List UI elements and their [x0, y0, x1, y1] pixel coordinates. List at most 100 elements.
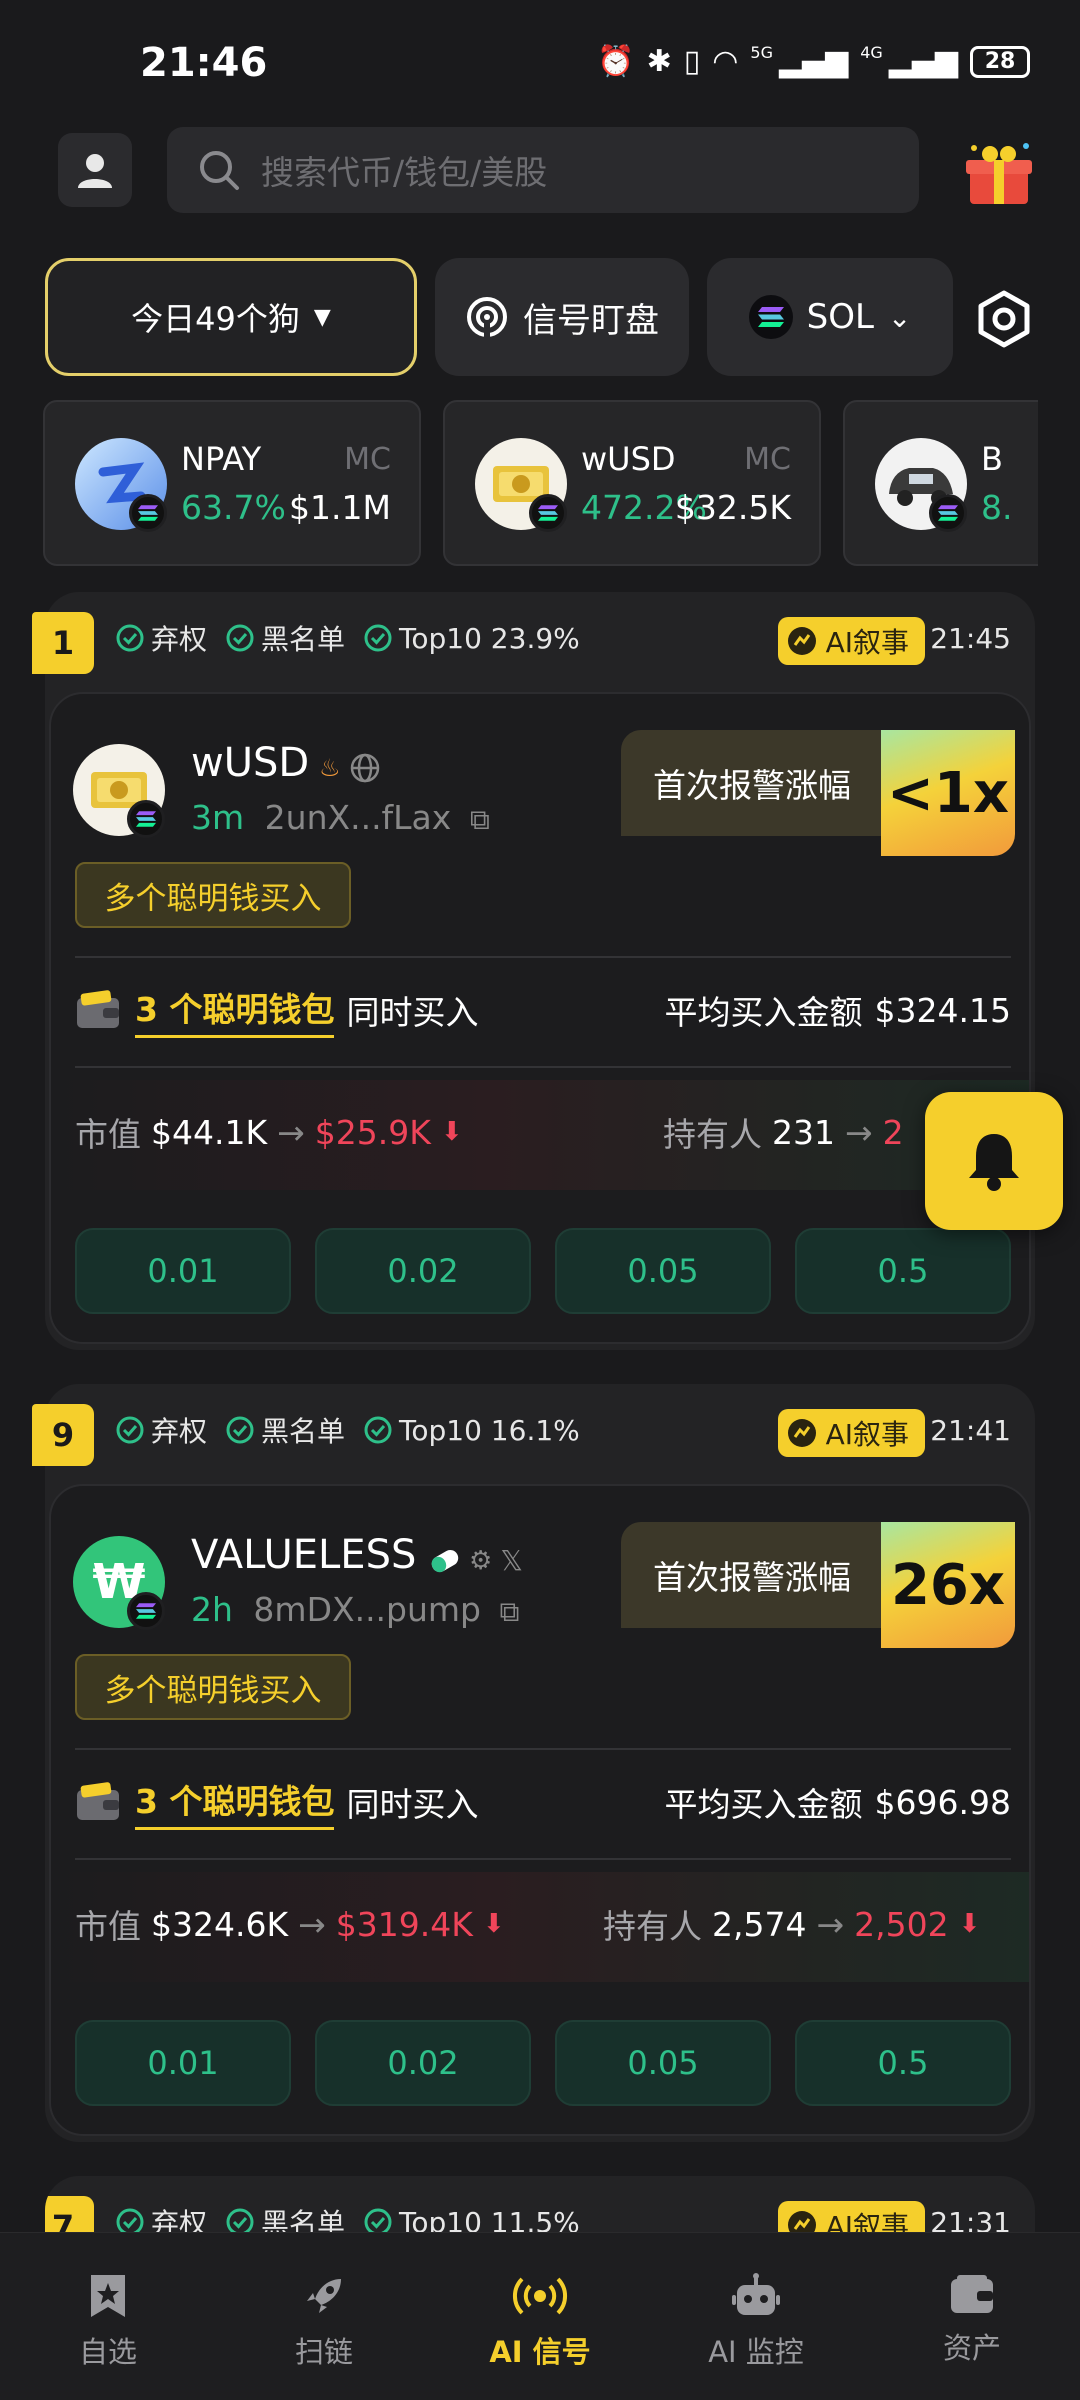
search-input[interactable]: 搜索代币/钱包/美股: [167, 127, 919, 213]
token-name: wUSD: [191, 740, 310, 786]
pill-icon: [431, 1549, 459, 1572]
check-renounced: 弃权: [115, 1410, 207, 1450]
quick-buy-button[interactable]: 0.05: [555, 2020, 771, 2106]
first-alert-multiplier: <1x: [881, 730, 1015, 856]
quick-buy-button[interactable]: 0.5: [795, 1228, 1011, 1314]
nav-assets[interactable]: 资产: [864, 2233, 1080, 2400]
bell-icon: [969, 1134, 1019, 1191]
daily-dogs-dropdown[interactable]: 今日49个狗 ▼: [45, 258, 417, 376]
check-renounced: 弃权: [115, 618, 207, 658]
quick-buy-button[interactable]: 0.01: [75, 1228, 291, 1314]
signal-icon: ▂▄▆: [778, 44, 849, 79]
token-market-cap: $1.1M: [289, 488, 391, 527]
avg-buy-label: 平均买入金额: [664, 993, 863, 1032]
chain-label: SOL: [806, 297, 874, 337]
fire-icon: ♨: [319, 754, 341, 782]
gift-icon[interactable]: [962, 140, 1036, 206]
search-icon: [200, 151, 239, 190]
wallet-icon: [77, 1782, 119, 1820]
quick-buy-button[interactable]: 0.02: [315, 1228, 531, 1314]
check-circle-icon: [226, 624, 254, 652]
nav-watchlist[interactable]: 自选: [0, 2233, 216, 2400]
ai-narrative-icon: [787, 2211, 816, 2232]
alarm-icon: ⏰: [597, 44, 635, 79]
token-name: B: [981, 440, 1003, 478]
token-market-cap: $32.5K: [674, 488, 791, 527]
smart-wallet-count[interactable]: 3 个聪明钱包: [135, 983, 335, 1038]
vibrate-icon: ▯: [683, 44, 701, 79]
check-renounced: 弃权: [115, 2202, 207, 2232]
smart-money-tag: 多个聪明钱买入: [75, 862, 351, 928]
quick-buy-button[interactable]: 0.05: [555, 1228, 771, 1314]
check-blacklist: 黑名单: [225, 618, 345, 658]
signal-card[interactable]: 9 弃权 黑名单 Top10 16.1% AI叙事 21:41 ₩ VALUEL…: [32, 1384, 1035, 2142]
trending-token-strip[interactable]: NPAY MC 63.7% $1.1M wUSD MC 472.2% $32.5…: [43, 400, 1038, 568]
x-twitter-icon[interactable]: 𝕏: [500, 1544, 523, 1577]
smart-money-tag: 多个聪明钱买入: [75, 1654, 351, 1720]
nav-ai-signal[interactable]: AI 信号: [432, 2233, 648, 2400]
wallet-nav-icon: [951, 2275, 993, 2313]
down-arrow-icon: ⬇: [440, 1117, 463, 1147]
ai-narrative-tag[interactable]: AI叙事: [777, 2201, 925, 2232]
check-top10: Top10 23.9%: [363, 622, 580, 655]
broadcast-signal-icon: [512, 2277, 568, 2315]
broadcast-icon: [467, 297, 507, 337]
quick-buy-row: 0.01 0.02 0.05 0.5: [75, 1228, 1011, 1314]
token-meta: 2h 8mDX...pump ⧉: [191, 1590, 520, 1629]
mc-label: MC: [344, 442, 391, 477]
token-card-wusd[interactable]: wUSD MC 472.2% $32.5K: [443, 400, 821, 566]
down-arrow-icon: ⬇: [482, 1909, 505, 1939]
token-change: 8.: [981, 488, 1013, 527]
signal-time: 21:45: [930, 622, 1011, 655]
quick-buy-button[interactable]: 0.5: [795, 2020, 1011, 2106]
token-address: 8mDX...pump: [253, 1590, 482, 1629]
token-link-icons: ⚙ 𝕏: [429, 1544, 523, 1577]
solana-badge-icon: [529, 494, 567, 532]
token-card-partial[interactable]: B 8.: [843, 400, 1038, 566]
arrow-right-icon: →: [845, 1112, 873, 1152]
signal-watch-button[interactable]: 信号盯盘: [435, 258, 689, 376]
holders-metric: 持有人 231 → 2: [663, 1112, 904, 1155]
chain-selector[interactable]: SOL ⌄: [707, 258, 953, 376]
globe-icon[interactable]: [349, 752, 381, 784]
signal-icon-2: ▂▄▆: [888, 44, 958, 79]
network-4g-label: 4G: [860, 43, 883, 62]
ai-narrative-tag[interactable]: AI叙事: [777, 617, 925, 665]
smart-wallet-count[interactable]: 3 个聪明钱包: [135, 1775, 335, 1830]
daily-dogs-label: 今日49个狗: [131, 300, 300, 338]
copy-icon[interactable]: ⧉: [500, 1595, 520, 1628]
holders-metric: 持有人 2,574 → 2,502 ⬇: [603, 1904, 981, 1947]
check-circle-icon: [364, 624, 392, 652]
ai-narrative-tag[interactable]: AI叙事: [777, 1409, 925, 1457]
arrow-right-icon: →: [298, 1904, 326, 1944]
solana-badge-icon: [929, 494, 967, 532]
solana-badge-icon: [127, 1592, 165, 1630]
market-cap-metric: 市值 $324.6K → $319.4K ⬇: [75, 1904, 505, 1947]
signal-card[interactable]: 7 弃权 黑名单 Top10 11.5% AI叙事 21:31: [45, 2176, 1035, 2232]
token-age: 3m: [191, 798, 245, 837]
token-link-icons: ♨: [319, 752, 381, 784]
nav-scan[interactable]: 扫链: [216, 2233, 432, 2400]
quick-buy-button[interactable]: 0.01: [75, 2020, 291, 2106]
down-arrow-icon: ⬇: [958, 1909, 981, 1939]
profile-button[interactable]: [58, 133, 132, 207]
alert-bell-button[interactable]: [925, 1092, 1063, 1230]
token-card-npay[interactable]: NPAY MC 63.7% $1.1M: [43, 400, 421, 566]
signal-time: 21:41: [930, 1414, 1011, 1447]
user-icon: [78, 154, 112, 188]
bluetooth-icon: ✱: [646, 44, 672, 79]
copy-icon[interactable]: ⧉: [470, 803, 490, 836]
chevron-down-icon: ⌄: [887, 300, 912, 334]
rank-badge: 1: [32, 612, 94, 674]
signal-card-body: ₩ VALUELESS ⚙ 𝕏 2h 8mDX...pump ⧉ 多个聪明钱买入…: [49, 1484, 1031, 2136]
quick-buy-button[interactable]: 0.02: [315, 2020, 531, 2106]
network-5g-label: 5G: [750, 43, 773, 62]
token-name: VALUELESS: [191, 1532, 417, 1578]
nav-ai-monitor[interactable]: AI 监控: [648, 2233, 864, 2400]
smart-wallet-row: 3 个聪明钱包 同时买入 平均买入金额 $696.98: [75, 1772, 1011, 1832]
wallet-suffix: 同时买入: [346, 993, 479, 1032]
settings-icon[interactable]: [975, 290, 1033, 348]
signal-card[interactable]: 1 弃权 黑名单 Top10 23.9% AI叙事 21:45 wUSD ♨ 3…: [32, 592, 1035, 1350]
first-alert-label: 首次报警涨幅: [621, 730, 883, 836]
dev-icon: ⚙: [469, 1545, 493, 1576]
